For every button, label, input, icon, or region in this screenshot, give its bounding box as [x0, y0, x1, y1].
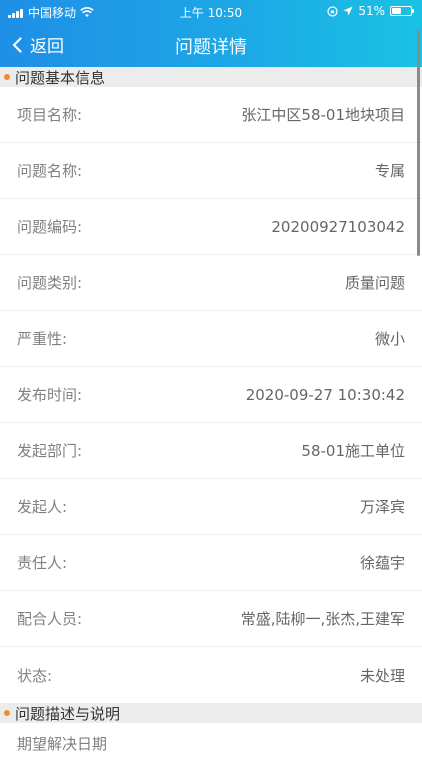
- field-label: 问题编码:: [17, 218, 83, 236]
- field-label: 问题类别:: [17, 274, 83, 292]
- section-dot-icon: [4, 710, 10, 716]
- field-label: 严重性:: [17, 330, 68, 348]
- status-bar: 中国移动 上午 10:50 51%: [0, 0, 422, 22]
- section-title: 问题基本信息: [15, 68, 106, 87]
- location-icon: [343, 6, 353, 16]
- battery-percent: 51%: [358, 4, 385, 18]
- app-header: 中国移动 上午 10:50 51% 返回 问题详情: [0, 0, 422, 67]
- field-label: 期望解决日期: [17, 735, 108, 753]
- battery-level: [392, 8, 402, 14]
- list-item: 问题编码: 20200927103042: [0, 199, 422, 255]
- field-value: 质量问题: [344, 274, 405, 292]
- scrollbar[interactable]: [417, 30, 420, 256]
- field-label: 责任人:: [17, 554, 68, 572]
- info-list: 项目名称: 张江中区58-01地块项目问题名称: 专属问题编码: 2020092710…: [0, 87, 422, 703]
- field-value: 常盛,陆柳一,张杰,王建军: [240, 610, 405, 628]
- field-value: 58-01施工单位: [301, 442, 405, 460]
- list-item: 状态: 未处理: [0, 647, 422, 703]
- list-item: 发起人: 万泽宾: [0, 479, 422, 535]
- section-header-basic-info: 问题基本信息: [0, 67, 422, 87]
- list-item: 责任人: 徐蕴宇: [0, 535, 422, 591]
- list-item: 配合人员: 常盛,陆柳一,张杰,王建军: [0, 591, 422, 647]
- list-item: 发起部门: 58-01施工单位: [0, 423, 422, 479]
- field-label: 发起部门:: [17, 442, 83, 460]
- battery-icon: [390, 6, 414, 16]
- field-label: 发布时间:: [17, 386, 83, 404]
- field-value: 张江中区58-01地块项目: [241, 106, 405, 124]
- detail-content[interactable]: 问题基本信息 项目名称: 张江中区58-01地块项目问题名称: 专属问题编码: 202…: [0, 67, 422, 763]
- field-value: 徐蕴宇: [359, 554, 405, 572]
- section-dot-icon: [4, 74, 10, 80]
- orientation-lock-icon: [327, 5, 338, 17]
- field-label: 状态:: [17, 666, 53, 685]
- section-title: 问题描述与说明: [15, 704, 121, 723]
- field-value: 万泽宾: [359, 498, 405, 516]
- section-header-description: 问题描述与说明: [0, 703, 422, 723]
- navigation-bar: 返回 问题详情: [0, 22, 422, 67]
- list-item: 发布时间: 2020-09-27 10:30:42: [0, 367, 422, 423]
- field-value: 专属: [374, 162, 405, 180]
- field-value: 未处理: [359, 666, 405, 685]
- field-value: 微小: [374, 330, 405, 348]
- field-label: 配合人员:: [17, 610, 83, 628]
- list-item: 项目名称: 张江中区58-01地块项目: [0, 87, 422, 143]
- list-item-partial: 期望解决日期: [0, 723, 422, 763]
- field-value: 20200927103042: [271, 217, 405, 236]
- list-item: 问题名称: 专属: [0, 143, 422, 199]
- field-label: 发起人:: [17, 498, 68, 516]
- list-item: 问题类别: 质量问题: [0, 255, 422, 311]
- field-label: 项目名称:: [17, 106, 83, 124]
- page-title: 问题详情: [175, 37, 247, 58]
- list-item: 严重性: 微小: [0, 311, 422, 367]
- field-value: 2020-09-27 10:30:42: [245, 385, 405, 404]
- field-label: 问题名称:: [17, 162, 83, 180]
